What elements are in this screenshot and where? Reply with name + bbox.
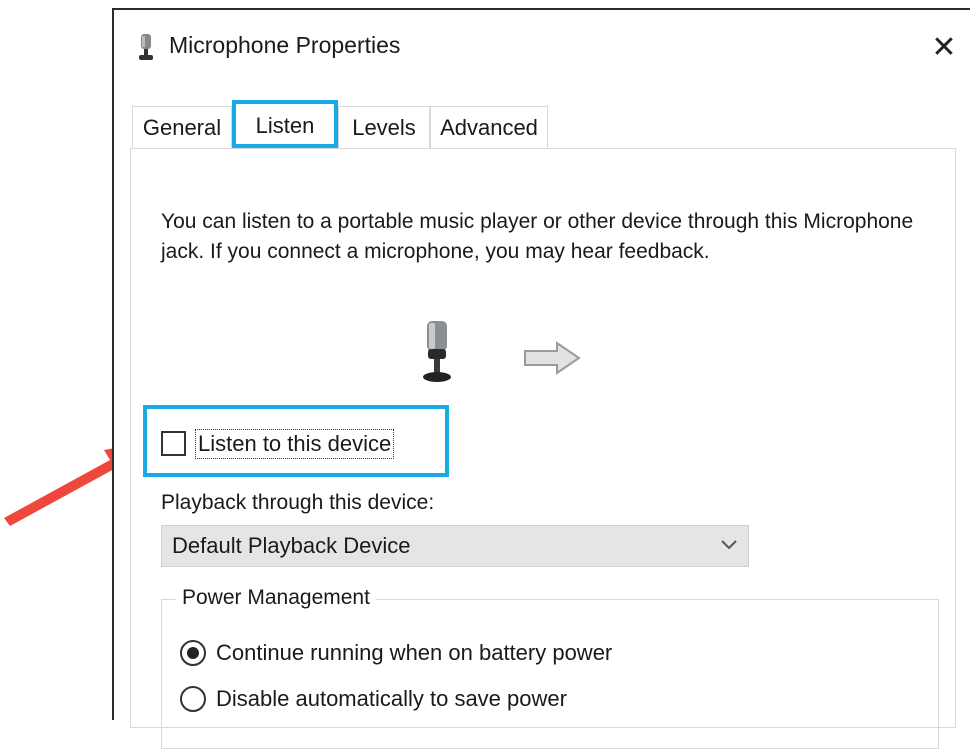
continue-running-radio[interactable] — [180, 640, 206, 666]
playback-device-value: Default Playback Device — [172, 533, 411, 558]
microphone-icon — [139, 34, 153, 60]
listen-to-device-checkbox[interactable] — [161, 431, 186, 456]
properties-dialog: Microphone Properties ✕ General Levels A… — [112, 8, 970, 749]
tab-levels[interactable]: Levels — [338, 106, 430, 148]
listen-tab-panel: You can listen to a portable music playe… — [130, 148, 956, 749]
close-button[interactable]: ✕ — [924, 28, 964, 68]
title-bar: Microphone Properties ✕ — [114, 10, 970, 82]
disable-automatically-radio[interactable] — [180, 686, 206, 712]
power-management-group: Power Management Continue running when o… — [161, 586, 939, 749]
arrow-right-icon — [524, 341, 581, 375]
radio-selected-dot — [187, 647, 199, 659]
close-icon: ✕ — [931, 30, 957, 65]
listen-to-device-label[interactable]: Listen to this device — [195, 429, 395, 459]
tab-general[interactable]: General — [132, 106, 232, 148]
continue-running-label[interactable]: Continue running when on battery power — [216, 639, 612, 667]
disable-automatically-label[interactable]: Disable automatically to save power — [216, 685, 567, 713]
listen-description: You can listen to a portable music playe… — [161, 210, 914, 263]
tab-listen[interactable]: Listen — [232, 100, 338, 148]
microphone-icon — [423, 321, 451, 382]
chevron-down-icon — [721, 540, 737, 550]
playback-device-label: Playback through this device: — [161, 491, 435, 514]
window-title: Microphone Properties — [169, 32, 401, 58]
tab-advanced[interactable]: Advanced — [430, 106, 548, 148]
playback-device-dropdown[interactable]: Default Playback Device — [161, 525, 749, 567]
power-management-title: Power Management — [176, 586, 376, 610]
